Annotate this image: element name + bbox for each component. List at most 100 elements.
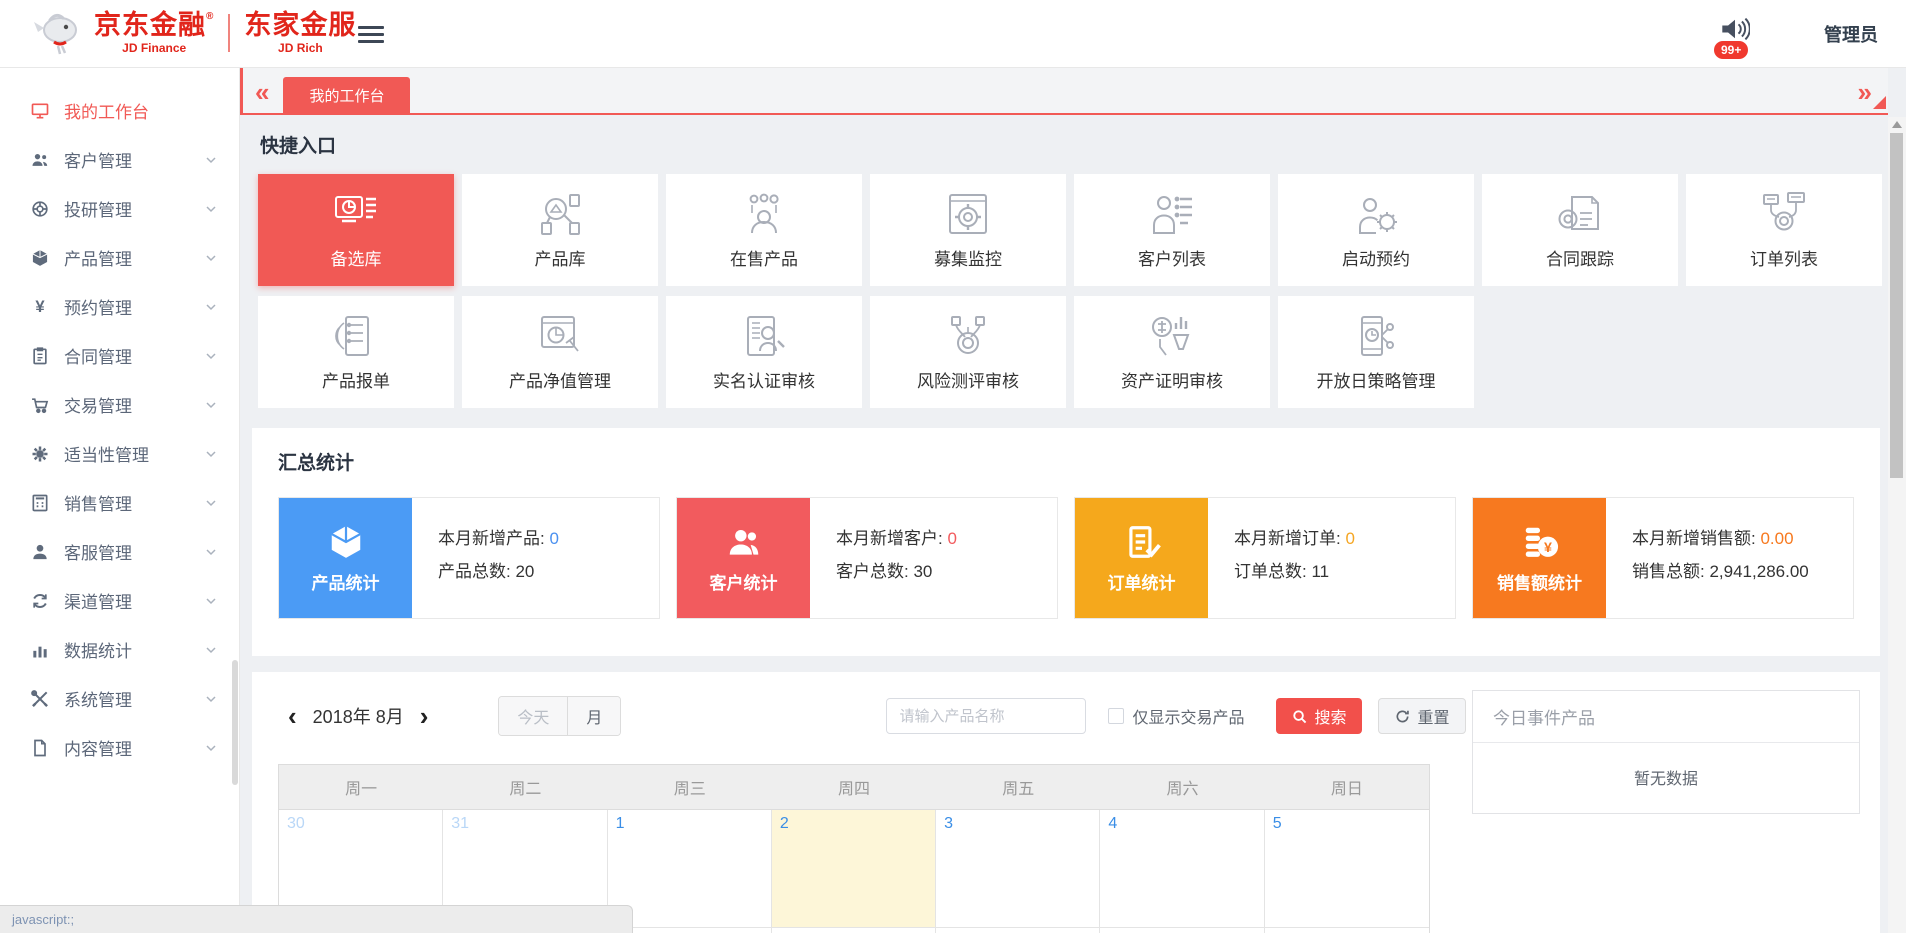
- stat-line2-value: 2,941,286.00: [1709, 562, 1808, 581]
- tile-label: 在售产品: [730, 245, 798, 270]
- sidebar-item-workbench[interactable]: 我的工作台: [0, 86, 239, 135]
- weekday-header: 周二: [443, 765, 607, 809]
- tile-contract-tracking[interactable]: 合同跟踪: [1482, 174, 1678, 286]
- refresh-icon: [1395, 709, 1410, 724]
- calendar-day-cell[interactable]: 9: [772, 928, 936, 933]
- sidebar-item-label: 内容管理: [64, 735, 205, 760]
- tile-candidate-library[interactable]: 备选库: [258, 174, 454, 286]
- tile-label: 产品报单: [322, 367, 390, 392]
- sidebar-item-label: 客户管理: [64, 147, 205, 172]
- calendar-day-cell[interactable]: 5: [1265, 810, 1429, 928]
- sidebar-toggle-button[interactable]: [358, 22, 384, 44]
- tile-nav-management[interactable]: 产品净值管理: [462, 296, 658, 408]
- stat-line1-value: 0.00: [1760, 529, 1793, 548]
- main-scrollbar[interactable]: [1888, 117, 1906, 933]
- logo-secondary-text: 东家金服: [244, 12, 356, 39]
- month-view-button[interactable]: 月: [568, 697, 620, 735]
- sidebar-item-contract-mgmt[interactable]: 合同管理: [0, 331, 239, 380]
- tabs-scroll-left-button[interactable]: «: [243, 79, 283, 113]
- calendar-day-cell-today[interactable]: 2: [772, 810, 936, 928]
- sidebar-item-system-mgmt[interactable]: 系统管理: [0, 674, 239, 723]
- calendar-day-cell[interactable]: 3: [936, 810, 1100, 928]
- compass-icon: [30, 199, 50, 219]
- stat-line2-label: 客户总数:: [836, 562, 909, 581]
- scrollbar-thumb[interactable]: [1890, 133, 1903, 478]
- trade-products-only-checkbox[interactable]: 仅显示交易产品: [1108, 704, 1244, 728]
- calendar-day-cell[interactable]: 4: [1100, 810, 1264, 928]
- svg-text:¥: ¥: [35, 297, 45, 316]
- sidebar-item-service-mgmt[interactable]: 客服管理: [0, 527, 239, 576]
- stat-line2-label: 订单总数:: [1234, 562, 1307, 581]
- sidebar-item-trade-mgmt[interactable]: 交易管理: [0, 380, 239, 429]
- calendar-month-label: 2018年 8月: [307, 703, 410, 729]
- sidebar-item-suitability-mgmt[interactable]: 适当性管理: [0, 429, 239, 478]
- tile-fundraising-monitor[interactable]: 募集监控: [870, 174, 1066, 286]
- tools-icon: [30, 689, 50, 709]
- chevron-down-icon: [205, 350, 217, 362]
- svg-text:¥: ¥: [1543, 540, 1551, 556]
- notifications-button[interactable]: 99+: [1720, 15, 1754, 49]
- registered-mark: ®: [206, 11, 214, 22]
- search-button[interactable]: 搜索: [1276, 698, 1362, 734]
- tile-risk-assessment-audit[interactable]: 风险测评审核: [870, 296, 1066, 408]
- stat-card-sales[interactable]: ¥ 销售额统计 本月新增销售额: 0.00 销售总额: 2,941,286.00: [1472, 497, 1854, 619]
- today-button[interactable]: 今天: [499, 697, 568, 735]
- tab-corner-marker: [1873, 96, 1886, 109]
- coins-yen-icon: ¥: [1521, 523, 1559, 561]
- calendar-day-cell[interactable]: 10: [936, 928, 1100, 933]
- speaker-icon: [1720, 15, 1750, 43]
- checkbox-label: 仅显示交易产品: [1132, 704, 1244, 728]
- stat-card-products[interactable]: 产品统计 本月新增产品: 0 产品总数: 20: [278, 497, 660, 619]
- tile-label: 订单列表: [1750, 245, 1818, 270]
- tile-open-day-strategy[interactable]: 开放日策略管理: [1278, 296, 1474, 408]
- tile-product-library[interactable]: 产品库: [462, 174, 658, 286]
- chevron-down-icon: [205, 497, 217, 509]
- stat-line1-label: 本月新增产品:: [438, 529, 545, 548]
- tile-real-name-audit[interactable]: 实名认证审核: [666, 296, 862, 408]
- product-library-icon: [534, 191, 586, 237]
- search-icon: [1292, 709, 1307, 724]
- stat-card-orders[interactable]: 订单统计 本月新增订单: 0 订单总数: 11: [1074, 497, 1456, 619]
- sidebar-scrollbar[interactable]: [232, 660, 238, 785]
- sidebar-item-reservation-mgmt[interactable]: ¥ 预约管理: [0, 282, 239, 331]
- tile-asset-proof-audit[interactable]: 资产证明审核: [1074, 296, 1270, 408]
- tile-label: 产品净值管理: [509, 367, 611, 392]
- tile-product-declaration[interactable]: 产品报单: [258, 296, 454, 408]
- stat-line2-value: 20: [515, 562, 534, 581]
- reset-button[interactable]: 重置: [1378, 698, 1466, 734]
- tile-order-list[interactable]: 订单列表: [1686, 174, 1882, 286]
- current-user-menu[interactable]: 管理员: [1824, 21, 1878, 47]
- sidebar-item-content-mgmt[interactable]: 内容管理: [0, 723, 239, 772]
- product-name-input[interactable]: [886, 698, 1086, 734]
- calendar-day-cell[interactable]: 11: [1100, 928, 1264, 933]
- start-reservation-icon: [1350, 191, 1402, 237]
- sidebar-item-label: 客服管理: [64, 539, 205, 564]
- next-month-button[interactable]: ›: [410, 701, 439, 731]
- users-icon: [30, 150, 50, 170]
- checkbox-box[interactable]: [1108, 708, 1124, 724]
- chevron-down-icon: [205, 301, 217, 313]
- tile-customer-list[interactable]: 客户列表: [1074, 174, 1270, 286]
- tile-label: 募集监控: [934, 245, 1002, 270]
- tab-workbench[interactable]: 我的工作台: [283, 77, 410, 113]
- calendar-day-cell[interactable]: 12: [1265, 928, 1429, 933]
- sidebar-item-customer-mgmt[interactable]: 客户管理: [0, 135, 239, 184]
- chevron-down-icon: [205, 644, 217, 656]
- tile-on-sale-products[interactable]: 在售产品: [666, 174, 862, 286]
- prev-month-button[interactable]: ‹: [278, 701, 307, 731]
- summary-section: 汇总统计 产品统计 本月新增产品: 0 产品总数: 20 客户统计 本月新增客: [252, 428, 1880, 656]
- sidebar-item-label: 预约管理: [64, 294, 205, 319]
- tile-start-reservation[interactable]: 启动预约: [1278, 174, 1474, 286]
- today-events-title: 今日事件产品: [1473, 691, 1859, 743]
- sidebar-item-channel-mgmt[interactable]: 渠道管理: [0, 576, 239, 625]
- sidebar-item-sales-mgmt[interactable]: 销售管理: [0, 478, 239, 527]
- sidebar-item-research-mgmt[interactable]: 投研管理: [0, 184, 239, 233]
- stat-card-customers[interactable]: 客户统计 本月新增客户: 0 客户总数: 30: [676, 497, 1058, 619]
- product-declaration-icon: [330, 313, 382, 359]
- today-events-empty-text: 暂无数据: [1473, 743, 1859, 813]
- bar-chart-icon: [30, 640, 50, 660]
- sidebar-item-product-mgmt[interactable]: 产品管理: [0, 233, 239, 282]
- sidebar-item-data-statistics[interactable]: 数据统计: [0, 625, 239, 674]
- summary-title: 汇总统计: [278, 448, 1854, 475]
- scrollbar-up-arrow[interactable]: [1892, 121, 1902, 128]
